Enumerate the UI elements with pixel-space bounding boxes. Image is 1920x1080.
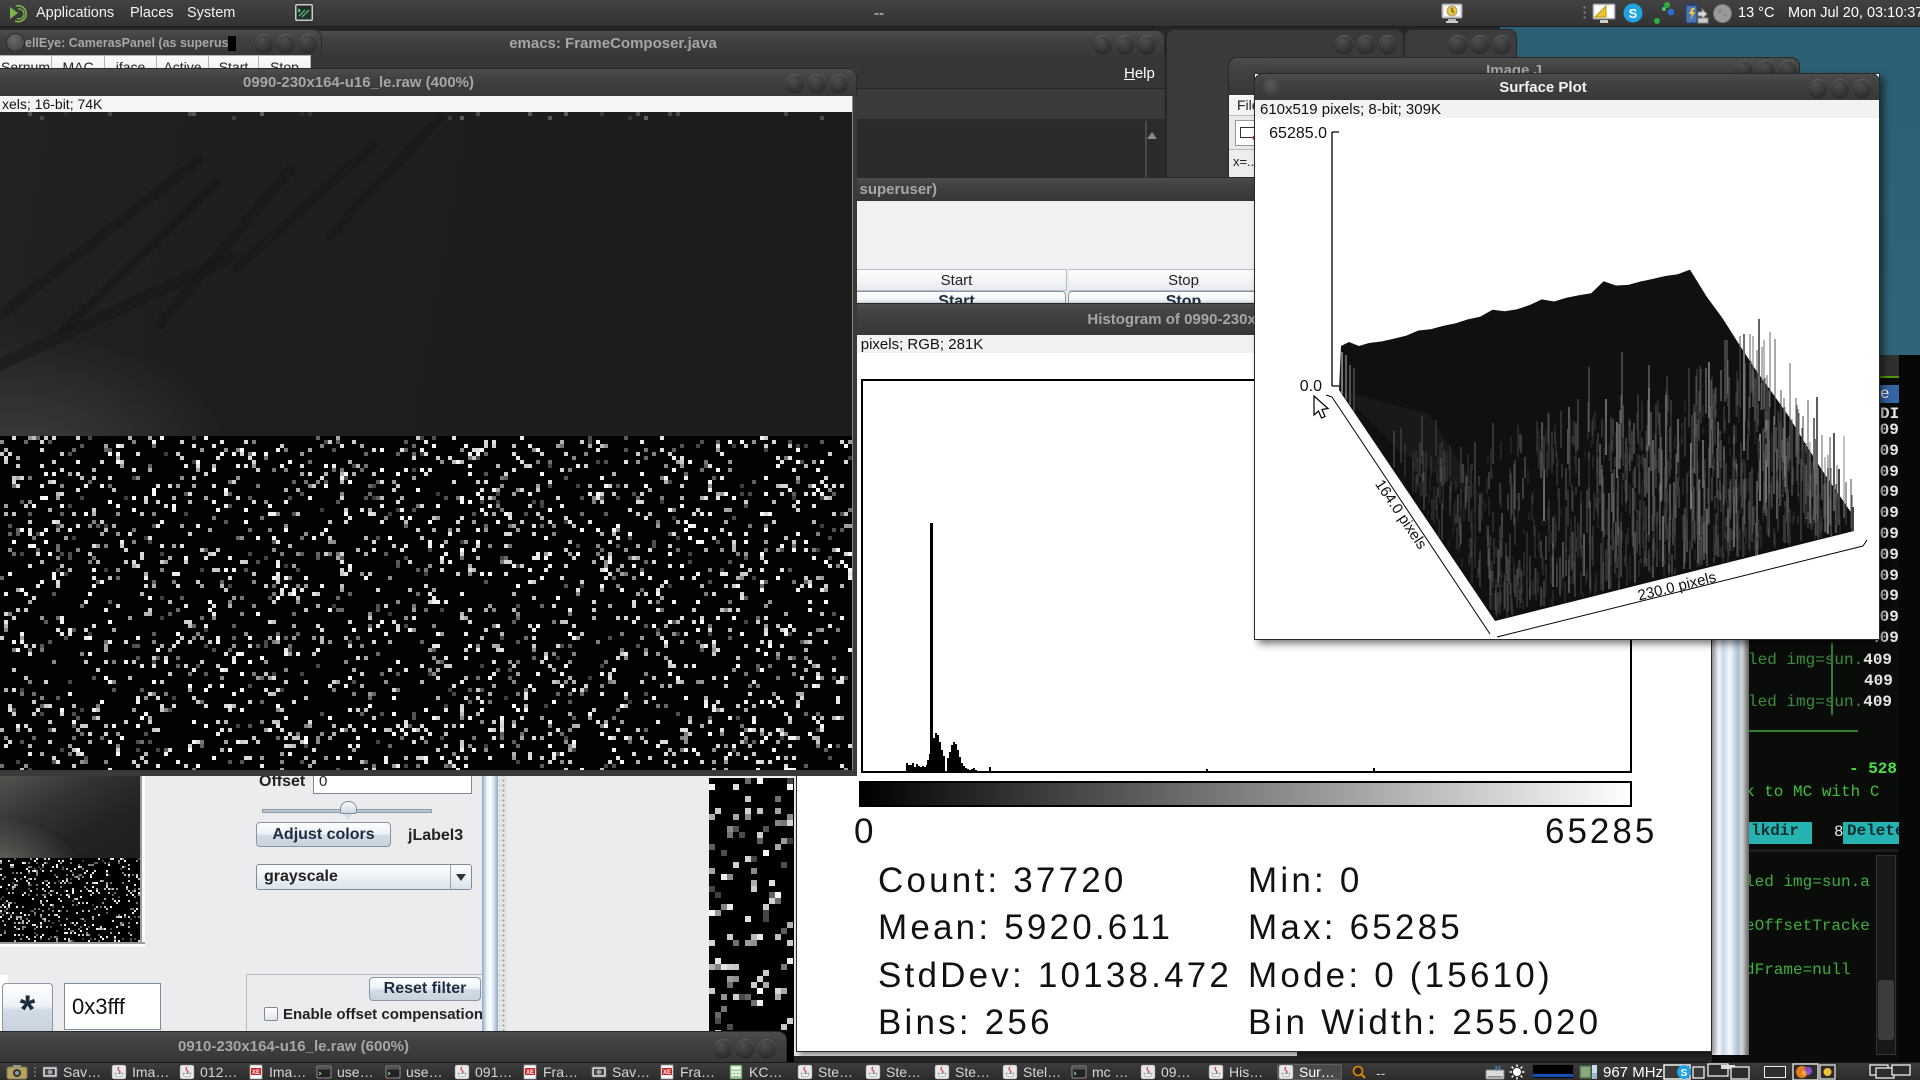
svg-text:65285.0: 65285.0 [1269,125,1327,142]
svg-text:XE: XE [526,1070,534,1076]
svg-text:XE: XE [663,1070,671,1076]
svg-text:0.0: 0.0 [1300,378,1322,395]
svg-text:XE: XE [252,1070,260,1076]
svg-text:S: S [1681,1068,1688,1079]
svg-text:z²: z² [1494,1064,1501,1073]
svg-text:S: S [1629,6,1638,21]
